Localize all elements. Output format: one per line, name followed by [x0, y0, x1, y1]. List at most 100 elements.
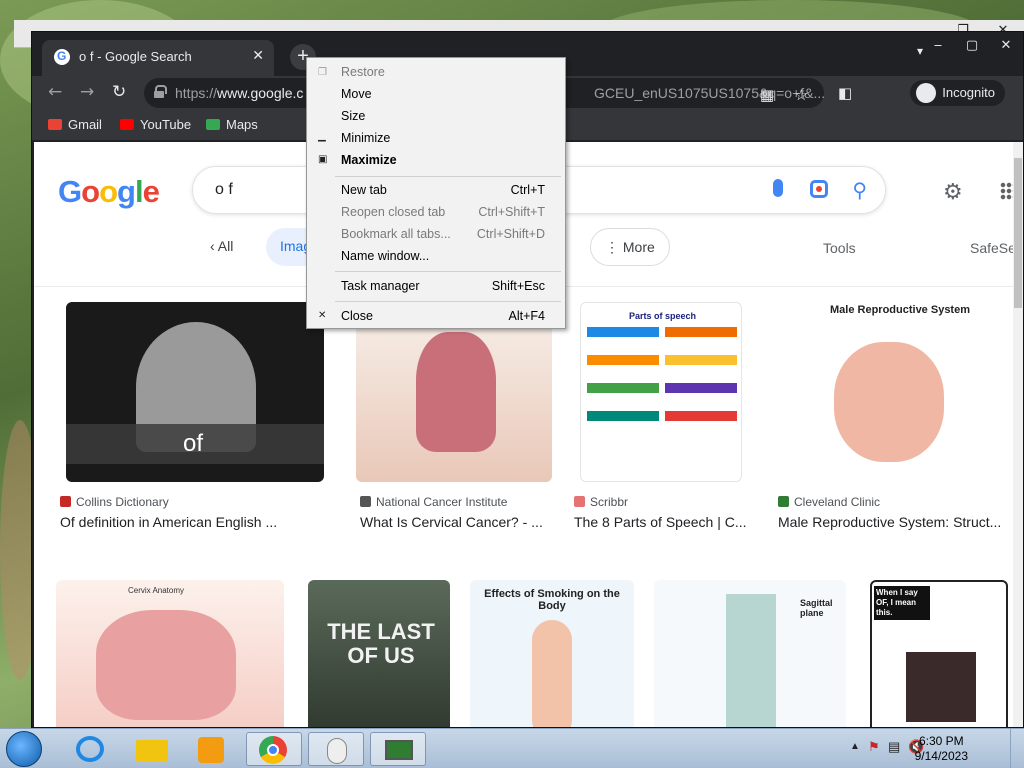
bookmark-gmail[interactable]: Gmail: [48, 117, 102, 132]
menu-item-reopen-closed-tab[interactable]: Reopen closed tab: [341, 205, 445, 219]
shortcut-task-manager: Shift+Esc: [491, 279, 545, 293]
result-source[interactable]: National Cancer Institute: [360, 495, 507, 509]
image-result[interactable]: Male Reproductive System Cleveland Clini…: [774, 302, 1013, 564]
google-lens-icon[interactable]: [810, 180, 828, 198]
tab-google-search[interactable]: o f - Google Search ✕: [42, 40, 274, 76]
settings-gear-icon[interactable]: ⚙: [943, 180, 963, 205]
result-thumbnail[interactable]: Sagittal plane: [654, 580, 846, 727]
result-thumbnail[interactable]: Effects of Smoking on the Body: [470, 580, 634, 727]
result-source[interactable]: Scribbr: [574, 495, 628, 509]
shortcut-bookmark-all-tabs: Ctrl+Shift+D: [476, 227, 545, 241]
menu-item-new-tab[interactable]: New tab: [341, 183, 387, 197]
image-result[interactable]: When I say OF, I mean this.: [870, 580, 1008, 727]
result-title[interactable]: Of definition in American English ...: [60, 514, 326, 530]
start-button-icon[interactable]: [6, 731, 42, 767]
image-result[interactable]: of Collins Dictionary Of definition in A…: [56, 302, 326, 564]
reload-icon[interactable]: ↻: [112, 82, 126, 102]
forward-arrow-icon[interactable]: →: [80, 82, 94, 102]
media-player-icon[interactable]: [184, 732, 240, 766]
restore-icon: ❐: [318, 67, 327, 78]
thumbnail-caption: Sagittal plane: [800, 598, 833, 618]
more-button[interactable]: ⋮ More: [590, 228, 670, 266]
menu-item-restore[interactable]: Restore: [341, 65, 385, 79]
menu-separator: [335, 271, 561, 272]
result-thumbnail[interactable]: Parts of speech: [580, 302, 742, 482]
menu-item-move[interactable]: Move: [341, 87, 372, 101]
clock-time: 6:30 PM: [918, 734, 964, 748]
result-title[interactable]: The 8 Parts of Speech | C...: [574, 514, 770, 530]
result-title[interactable]: What Is Cervical Cancer? - ...: [360, 514, 560, 530]
safesearch-button[interactable]: SafeSe: [970, 240, 1013, 256]
network-icon[interactable]: ▤: [888, 739, 900, 755]
plane-image: [726, 594, 776, 727]
menu-item-maximize[interactable]: Maximize: [341, 153, 397, 167]
url-text-tail: GCEU_enUS1075US1075&q=o+f&...: [594, 85, 826, 101]
thumbnail-caption: Cervix Anatomy: [128, 586, 185, 595]
device-app-icon[interactable]: [370, 732, 426, 766]
thumbnail-caption: Male Reproductive System: [830, 304, 970, 316]
maximize-window-button[interactable]: ▢: [955, 32, 989, 60]
google-apps-icon[interactable]: [1000, 182, 1013, 200]
qr-code-icon[interactable]: ▦: [760, 86, 774, 104]
file-explorer-icon[interactable]: [124, 732, 180, 766]
bookmark-star-icon[interactable]: ☆: [795, 86, 808, 104]
youtube-icon: [120, 119, 134, 130]
microphone-icon[interactable]: [773, 179, 783, 197]
clock-date: 9/14/2023: [914, 749, 968, 763]
nci-favicon-icon: [360, 496, 371, 507]
image-result[interactable]: THE LAST OF US: [308, 580, 450, 727]
chrome-taskbar-icon[interactable]: [246, 732, 302, 766]
clock[interactable]: 6:30 PM 9/14/2023: [915, 734, 968, 764]
result-thumbnail[interactable]: of: [66, 302, 324, 482]
bookmark-youtube[interactable]: YouTube: [120, 117, 191, 132]
result-thumbnail[interactable]: [356, 302, 552, 482]
search-icon[interactable]: ⚲: [852, 178, 867, 202]
tools-button[interactable]: Tools: [823, 240, 856, 256]
anatomy-image: [834, 342, 944, 462]
show-desktop-button[interactable]: [1010, 729, 1024, 768]
menu-item-close[interactable]: Close: [341, 309, 373, 323]
google-favicon-icon: [54, 49, 70, 65]
close-icon: ✕: [318, 310, 327, 321]
menu-item-task-manager[interactable]: Task manager: [341, 279, 420, 293]
result-thumbnail[interactable]: When I say OF, I mean this.: [870, 580, 1008, 727]
menu-item-size[interactable]: Size: [341, 109, 365, 123]
minimize-window-button[interactable]: ‒: [921, 32, 955, 60]
page-scrollbar[interactable]: [1013, 142, 1023, 727]
result-title[interactable]: Male Reproductive System: Struct...: [778, 514, 1013, 530]
side-panel-icon[interactable]: ◧: [838, 84, 852, 102]
thumbnail-caption: Effects of Smoking on the Body: [484, 588, 620, 612]
internet-explorer-icon[interactable]: [62, 732, 118, 766]
result-source[interactable]: Collins Dictionary: [60, 495, 169, 509]
incognito-label: Incognito: [942, 85, 995, 100]
image-result[interactable]: Sagittal plane: [654, 580, 846, 727]
image-result[interactable]: National Cancer Institute What Is Cervic…: [356, 302, 556, 564]
vertical-dots-icon: ⋮: [605, 239, 623, 255]
cleveland-favicon-icon: [778, 496, 789, 507]
windows-taskbar: ▲ ⚑ ▤ 🔇 6:30 PM 9/14/2023: [0, 728, 1024, 768]
scrollbar-thumb[interactable]: [1014, 158, 1022, 308]
result-source[interactable]: Cleveland Clinic: [778, 495, 880, 509]
incognito-profile-button[interactable]: Incognito: [910, 80, 1005, 106]
menu-item-name-window[interactable]: Name window...: [341, 249, 429, 263]
close-window-button[interactable]: ✕: [989, 32, 1023, 60]
result-thumbnail[interactable]: Cervix Anatomy: [56, 580, 284, 727]
tab-all[interactable]: ‹ All: [196, 228, 247, 266]
back-arrow-icon[interactable]: ←: [48, 82, 62, 102]
tab-close-icon[interactable]: ✕: [252, 47, 264, 64]
menu-item-bookmark-all-tabs[interactable]: Bookmark all tabs...: [341, 227, 451, 241]
result-thumbnail[interactable]: Male Reproductive System: [774, 302, 1010, 482]
bookmark-maps[interactable]: Maps: [206, 117, 258, 132]
mouse-app-icon[interactable]: [308, 732, 364, 766]
google-logo[interactable]: Google: [58, 174, 160, 210]
action-center-icon[interactable]: ⚑: [868, 739, 880, 755]
shortcut-reopen-closed-tab: Ctrl+Shift+T: [478, 205, 545, 219]
image-result[interactable]: Cervix Anatomy: [56, 580, 284, 727]
result-thumbnail[interactable]: THE LAST OF US: [308, 580, 450, 727]
tray-expand-icon[interactable]: ▲: [850, 741, 860, 752]
window-system-menu: ❐ Restore Move Size ▁ Minimize ▣ Maximiz…: [306, 57, 566, 329]
scribbr-favicon-icon: [574, 496, 585, 507]
image-result[interactable]: Effects of Smoking on the Body: [470, 580, 634, 727]
menu-item-minimize[interactable]: Minimize: [341, 131, 390, 145]
image-result[interactable]: Parts of speech Scribbr The 8 Parts of S…: [570, 302, 770, 564]
